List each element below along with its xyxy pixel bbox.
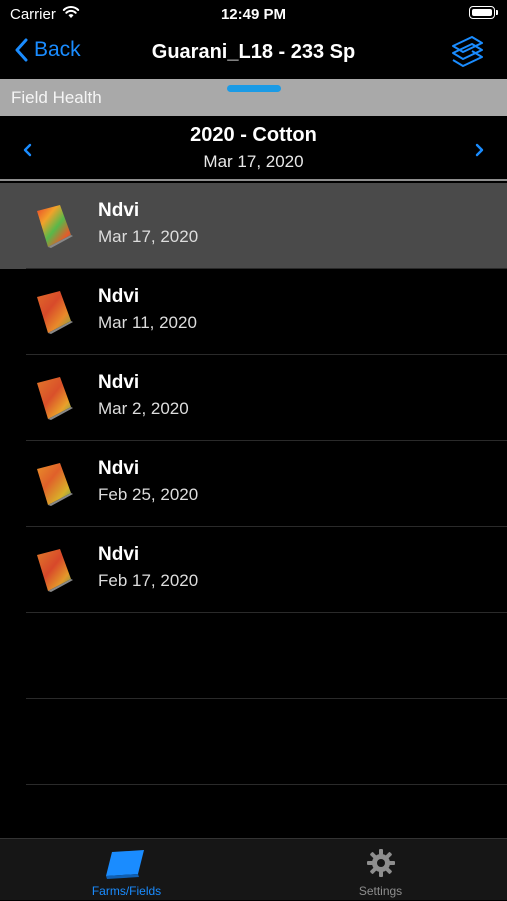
item-title: Ndvi (98, 458, 140, 479)
ndvi-thumbnail-icon (37, 549, 73, 592)
gear-icon (366, 849, 395, 877)
item-title: Ndvi (98, 200, 140, 221)
ndvi-image-list: Ndvi Mar 17, 2020 Ndvi Mar 11, 2020 Ndvi… (0, 183, 507, 785)
list-item[interactable]: Ndvi Mar 2, 2020 (0, 355, 507, 441)
field-health-label: Field Health (11, 88, 102, 107)
status-bar: Carrier 12:49 PM (0, 0, 507, 30)
season-selector: 2020 - Cotton Mar 17, 2020 (0, 116, 507, 181)
item-title: Ndvi (98, 372, 140, 393)
list-item[interactable]: Ndvi Feb 25, 2020 (0, 441, 507, 527)
drag-handle[interactable] (227, 85, 281, 92)
item-date: Feb 25, 2020 (98, 485, 199, 504)
battery-icon (469, 6, 498, 19)
item-date: Mar 11, 2020 (98, 313, 197, 332)
item-date: Feb 17, 2020 (98, 571, 199, 590)
item-title: Ndvi (98, 286, 140, 307)
item-date: Mar 2, 2020 (98, 399, 189, 418)
ndvi-thumbnail-icon (37, 377, 73, 420)
season-name: 2020 - Cotton (190, 124, 317, 146)
next-season-button[interactable] (475, 143, 485, 162)
tab-bar: Farms/Fields Settings (0, 838, 507, 900)
list-item[interactable]: Ndvi Mar 17, 2020 (0, 183, 507, 269)
row-divider (26, 784, 507, 785)
chevron-right-icon (475, 143, 484, 157)
farms-fields-icon (105, 850, 144, 879)
season-date: Mar 17, 2020 (203, 152, 304, 171)
ndvi-thumbnail-icon (37, 291, 73, 334)
layers-icon (452, 36, 483, 67)
list-item[interactable]: Ndvi Mar 11, 2020 (0, 269, 507, 355)
ndvi-thumbnail-icon (37, 463, 73, 506)
field-health-header[interactable]: Field Health (0, 79, 507, 116)
tab-farms-fields[interactable]: Farms/Fields (0, 839, 253, 901)
item-title: Ndvi (98, 544, 140, 565)
navigation-bar: Back Guarani_L18 - 233 Sp (0, 30, 507, 78)
empty-row (0, 613, 507, 699)
empty-row (0, 699, 507, 785)
tab-label: Farms/Fields (91, 884, 162, 898)
tab-label: Settings (358, 884, 403, 898)
page-title: Guarani_L18 - 233 Sp (151, 41, 356, 63)
ndvi-thumbnail-icon (37, 205, 73, 248)
tab-settings[interactable]: Settings (254, 839, 507, 901)
list-item[interactable]: Ndvi Feb 17, 2020 (0, 527, 507, 613)
clock: 12:49 PM (220, 6, 287, 23)
layers-button[interactable] (449, 36, 485, 75)
item-date: Mar 17, 2020 (98, 227, 199, 246)
